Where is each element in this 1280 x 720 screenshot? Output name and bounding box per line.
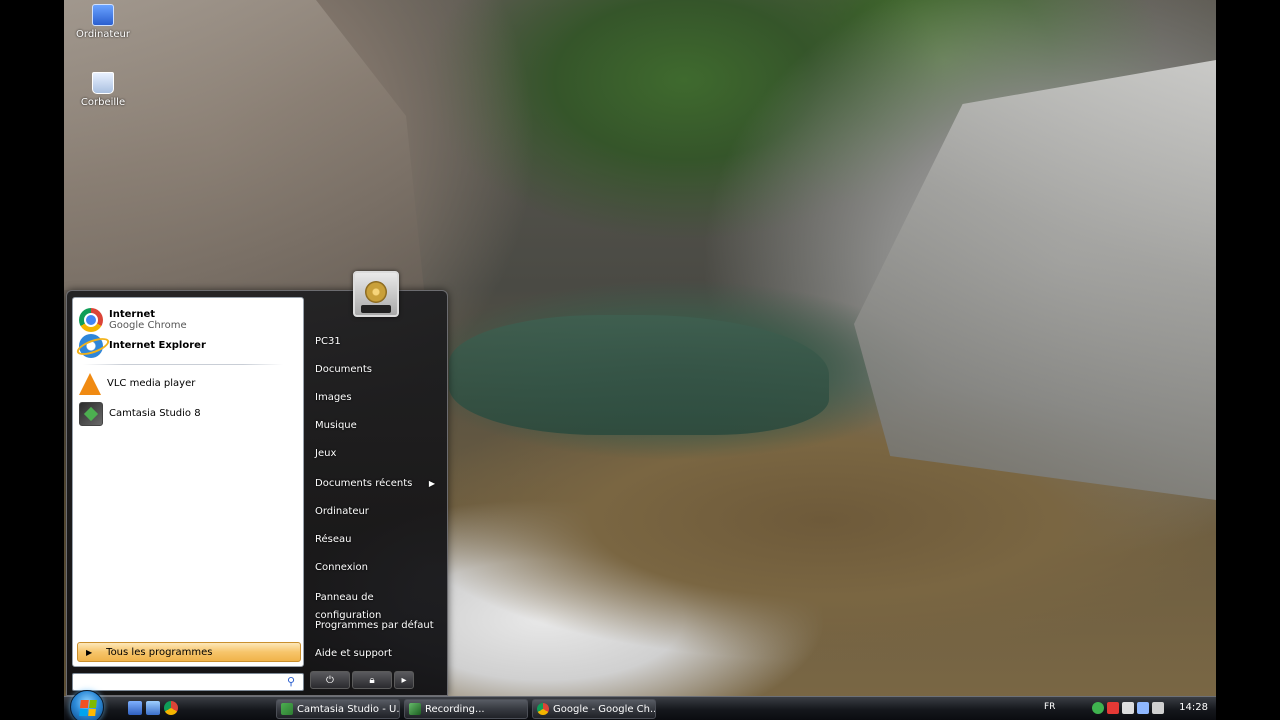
start-menu-separator [83, 364, 283, 365]
start-link-help[interactable]: Aide et support [315, 645, 439, 663]
taskbar-button-recording[interactable]: Recording... [404, 699, 528, 719]
chrome-icon [79, 308, 103, 332]
start-item-title: VLC media player [107, 378, 196, 390]
start-menu-places-pane: PC31 Documents Images Musique Jeux Docum… [309, 297, 447, 667]
chevron-right-icon: ▸ [401, 674, 407, 686]
computer-icon [92, 4, 114, 26]
start-button[interactable] [70, 690, 104, 720]
chrome-icon [537, 703, 549, 715]
start-link-network[interactable]: Réseau [315, 531, 439, 549]
tray-volume-icon[interactable] [1137, 702, 1149, 714]
quick-launch [128, 701, 178, 715]
lock-icon: 🔒︎ [369, 674, 375, 686]
taskbar-button-label: Camtasia Studio - U... [297, 703, 400, 715]
start-item-chrome[interactable]: Internet Google Chrome [79, 306, 299, 334]
recycle-bin-icon [92, 72, 114, 94]
power-controls: ⏻ 🔒︎ ▸ [310, 671, 414, 689]
power-icon: ⏻ [326, 674, 334, 686]
vlc-icon [79, 373, 101, 395]
system-tray: FR 14:28 [1036, 697, 1216, 720]
tray-network-icon[interactable] [1122, 702, 1134, 714]
start-item-vlc[interactable]: VLC media player [79, 370, 299, 398]
start-link-documents[interactable]: Documents [315, 361, 439, 379]
power-button[interactable]: ⏻ [310, 671, 350, 689]
clock[interactable]: 14:28 [1179, 702, 1208, 713]
start-item-internet-explorer[interactable]: Internet Explorer [79, 332, 299, 360]
camtasia-icon [281, 703, 293, 715]
start-item-title: Internet [109, 308, 156, 320]
recording-icon [409, 703, 421, 715]
start-link-images[interactable]: Images [315, 389, 439, 407]
start-menu: Internet Google Chrome Internet Explorer… [66, 271, 448, 696]
desktop-icon-recycle-bin[interactable]: Corbeille [68, 72, 138, 108]
search-icon[interactable]: ⚲ [287, 676, 299, 688]
taskbar-button-label: Google - Google Ch... [553, 703, 656, 715]
wallpaper-pool [449, 315, 829, 435]
tray-green-icon[interactable] [1092, 702, 1104, 714]
start-menu-programs-pane: Internet Google Chrome Internet Explorer… [72, 297, 304, 667]
show-desktop-icon[interactable] [128, 701, 142, 715]
tray-safely-remove-icon[interactable] [1152, 702, 1164, 714]
start-link-default-programs[interactable]: Programmes par défaut [315, 617, 439, 635]
lock-button[interactable]: 🔒︎ [352, 671, 392, 689]
start-search-box[interactable]: ⚲ [72, 673, 304, 691]
start-link-computer[interactable]: Ordinateur [315, 503, 439, 521]
wallpaper-rock-right [854, 60, 1216, 500]
internet-explorer-icon [79, 334, 103, 358]
all-programs-button[interactable]: ▶ Tous les programmes [77, 642, 301, 662]
windows-start-orb-icon [79, 700, 97, 716]
start-link-label: Documents récents [315, 478, 413, 489]
tray-red-icon[interactable] [1107, 702, 1119, 714]
start-link-control-panel[interactable]: Panneau de configuration [315, 589, 439, 621]
tray-icons [1092, 702, 1164, 714]
desktop-icon-label: Ordinateur [76, 29, 130, 40]
start-item-title: Camtasia Studio 8 [109, 408, 201, 420]
language-indicator[interactable]: FR [1044, 702, 1055, 712]
start-link-recent-documents[interactable]: Documents récents ▶ [315, 475, 439, 493]
start-link-games[interactable]: Jeux [315, 445, 439, 463]
desktop-icon-label: Corbeille [80, 97, 126, 108]
play-arrow-icon: ▶ [86, 647, 93, 657]
taskbar-button-chrome[interactable]: Google - Google Ch... [532, 699, 656, 719]
all-programs-label: Tous les programmes [106, 646, 213, 658]
start-search-input[interactable] [77, 675, 277, 689]
taskbar-button-label: Recording... [425, 703, 485, 715]
start-link-connect[interactable]: Connexion [315, 559, 439, 577]
start-link-user[interactable]: PC31 [315, 333, 439, 351]
shutdown-options-button[interactable]: ▸ [394, 671, 414, 689]
taskbar: Camtasia Studio - U... Recording... Goog… [64, 690, 1216, 720]
start-link-music[interactable]: Musique [315, 417, 439, 435]
wallpaper-rock-left [64, 0, 424, 290]
start-item-subtitle: Google Chrome [109, 320, 187, 331]
chrome-icon[interactable] [164, 701, 178, 715]
start-item-camtasia[interactable]: Camtasia Studio 8 [79, 400, 299, 428]
desktop-icon-computer[interactable]: Ordinateur [68, 4, 138, 40]
switch-windows-icon[interactable] [146, 701, 160, 715]
chevron-right-icon: ▶ [428, 479, 435, 488]
camtasia-icon [79, 402, 103, 426]
start-item-title: Internet Explorer [109, 340, 206, 352]
taskbar-button-camtasia[interactable]: Camtasia Studio - U... [276, 699, 400, 719]
